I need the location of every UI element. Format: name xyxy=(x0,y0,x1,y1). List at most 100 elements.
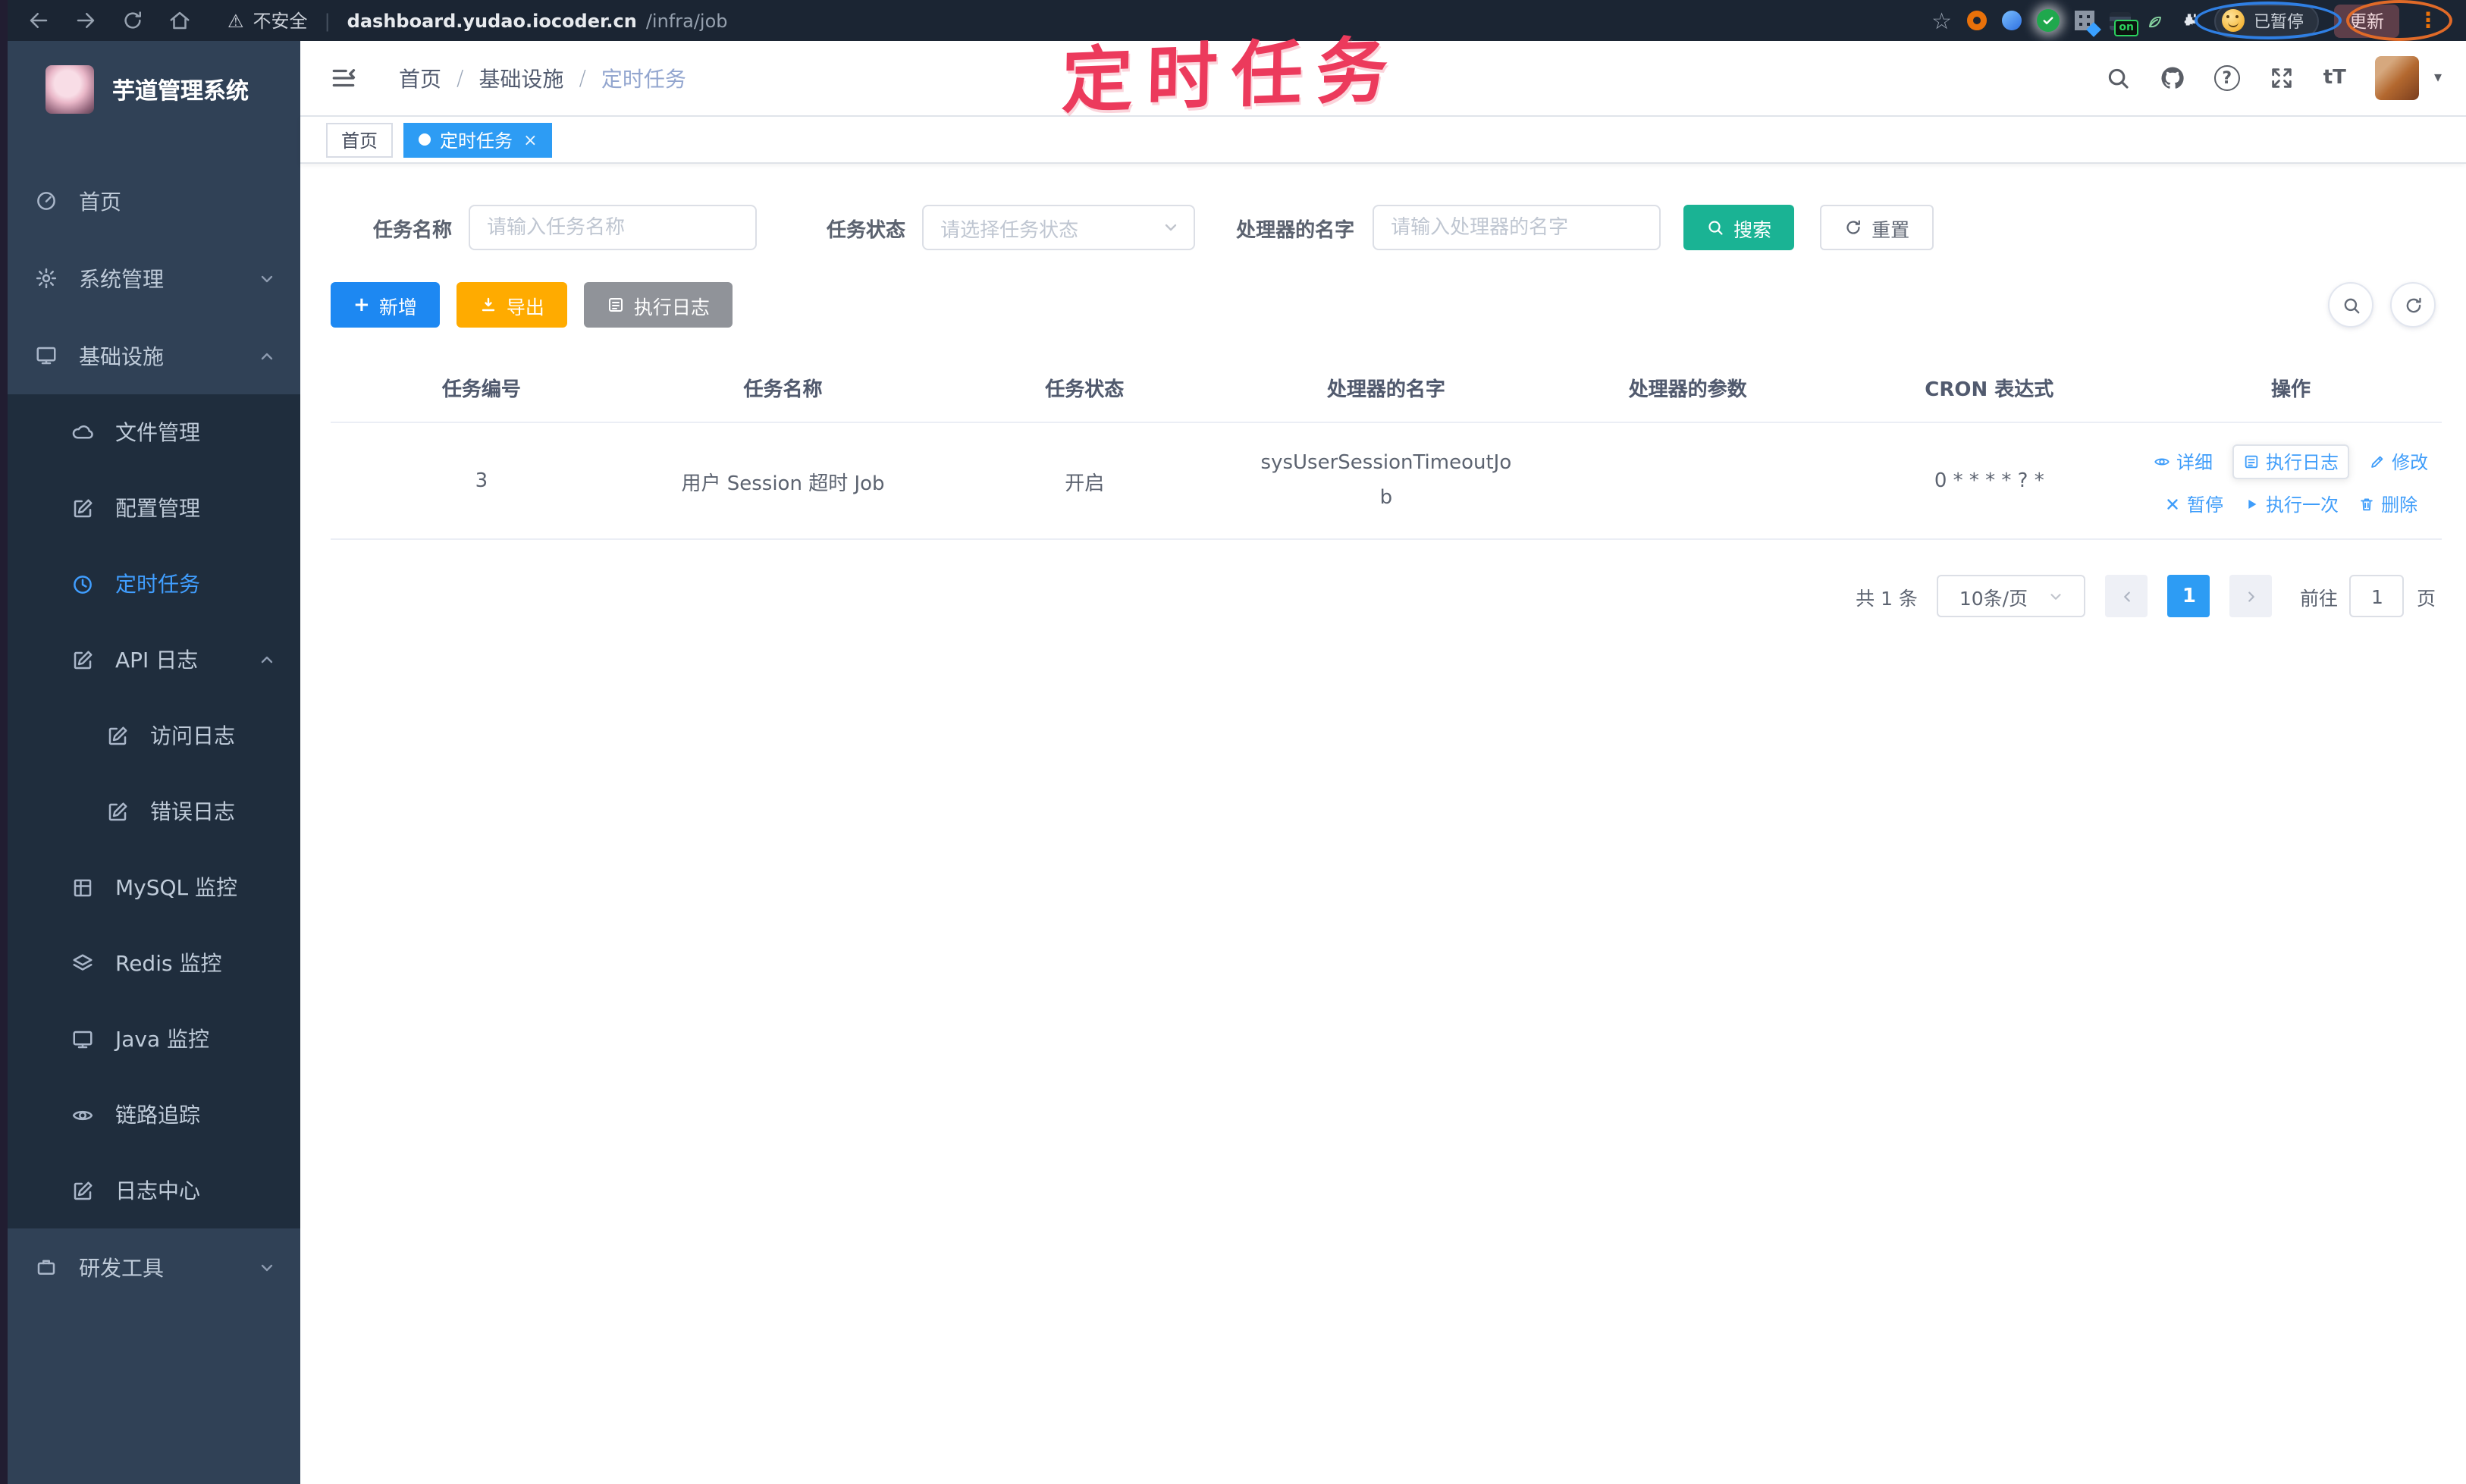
sidebar-item-access-log[interactable]: 访问日志 xyxy=(0,698,300,773)
url-path[interactable]: /infra/job xyxy=(646,10,728,31)
table-toolbar: + 新增 导出 执行日志 xyxy=(331,282,2442,328)
sidebar-item-api-log[interactable]: API 日志 xyxy=(0,622,300,698)
sidebar: 芋道管理系统 首页 系统管理 基础设施 文件管理 配置管理 定时任务 API 日… xyxy=(0,41,300,1484)
handler-name-input[interactable] xyxy=(1373,205,1661,250)
cell-handler-name: sysUserSessionTimeoutJob xyxy=(1235,422,1537,540)
goto-page-input[interactable] xyxy=(2349,575,2405,617)
sidebar-item-scheduled-jobs[interactable]: 定时任务 xyxy=(0,546,300,622)
check-icon xyxy=(2041,14,2055,27)
fullscreen-icon[interactable] xyxy=(2269,65,2295,91)
detail-link[interactable]: 详细 xyxy=(2154,449,2213,475)
page-size-select[interactable]: 10条/页 xyxy=(1937,575,2086,617)
sidebar-item-mysql-monitor[interactable]: MySQL 监控 xyxy=(0,849,300,925)
url-host[interactable]: dashboard.yudao.iocoder.cn xyxy=(347,10,637,31)
toggle-search-button[interactable] xyxy=(2328,282,2373,328)
handler-name-value: sysUserSessionTimeoutJob xyxy=(1260,451,1512,510)
tag-home[interactable]: 首页 xyxy=(326,122,394,157)
extension-icon-leaf[interactable] xyxy=(2146,11,2164,30)
close-icon[interactable]: × xyxy=(523,130,537,149)
extension-icon-tampermonkey[interactable]: on xyxy=(2110,11,2138,36)
breadcrumb-current: 定时任务 xyxy=(601,67,686,92)
sidebar-item-label: 定时任务 xyxy=(115,573,200,598)
reset-button[interactable]: 重置 xyxy=(1820,205,1934,250)
tag-scheduled-jobs[interactable]: 定时任务 × xyxy=(403,122,553,157)
col-job-name: 任务名称 xyxy=(632,353,934,423)
edit-link[interactable]: 修改 xyxy=(2369,449,2428,475)
sidebar-item-label: 研发工具 xyxy=(79,1257,164,1281)
browser-update-button[interactable]: 更新 xyxy=(2334,4,2399,37)
pause-link-label: 暂停 xyxy=(2187,494,2224,516)
actions-line-1: 详细 执行日志 修改 xyxy=(2140,444,2442,479)
sidebar-item-redis-monitor[interactable]: Redis 监控 xyxy=(0,925,300,1001)
breadcrumb: 首页 / 基础设施 / 定时任务 xyxy=(399,63,686,93)
refresh-table-button[interactable] xyxy=(2390,282,2436,328)
sidebar-item-home[interactable]: 首页 xyxy=(0,162,300,240)
page-size-value: 10条/页 xyxy=(1959,586,2028,609)
sidebar-item-trace[interactable]: 链路追踪 xyxy=(0,1077,300,1153)
app-title: 芋道管理系统 xyxy=(112,77,249,104)
document-icon xyxy=(106,724,129,747)
chevron-up-icon xyxy=(258,347,276,365)
sidebar-item-label: 错误日志 xyxy=(150,801,235,825)
extension-icon-green-check[interactable] xyxy=(2037,9,2060,32)
reset-button-label: 重置 xyxy=(1871,218,1910,240)
browser-toolbar: ⚠ 不安全 | dashboard.yudao.iocoder.cn/infra… xyxy=(0,0,2466,41)
sidebar-item-error-log[interactable]: 错误日志 xyxy=(0,773,300,849)
browser-forward-icon[interactable] xyxy=(74,9,97,32)
search-icon xyxy=(2341,295,2361,315)
col-job-id: 任务编号 xyxy=(331,353,632,423)
briefcase-icon xyxy=(35,1256,58,1278)
bookmark-star-icon[interactable]: ☆ xyxy=(1931,7,1952,34)
sidebar-item-dev-tools[interactable]: 研发工具 xyxy=(0,1228,300,1306)
caret-down-icon[interactable]: ▾ xyxy=(2434,70,2442,86)
avatar[interactable] xyxy=(2374,56,2419,100)
run-once-link[interactable]: 执行一次 xyxy=(2243,491,2339,517)
current-page-button[interactable]: 1 xyxy=(2167,575,2210,617)
search-icon[interactable] xyxy=(2105,65,2131,91)
exec-log-link[interactable]: 执行日志 xyxy=(2232,444,2350,479)
delete-link[interactable]: 删除 xyxy=(2358,491,2417,517)
prev-page-button[interactable] xyxy=(2105,575,2148,617)
extension-icon-blue[interactable] xyxy=(2002,11,2022,30)
paused-extension-chip[interactable]: 已暂停 xyxy=(2214,4,2319,37)
job-name-input[interactable] xyxy=(469,205,758,250)
security-label[interactable]: 不安全 xyxy=(253,8,308,33)
col-handler-param: 处理器的参数 xyxy=(1536,353,1839,423)
extensions-puzzle-icon[interactable] xyxy=(2179,11,2199,30)
breadcrumb-section[interactable]: 基础设施 xyxy=(478,63,563,93)
help-icon[interactable]: ? xyxy=(2213,65,2240,91)
col-cron: CRON 表达式 xyxy=(1838,353,2141,423)
exec-log-button[interactable]: 执行日志 xyxy=(583,282,733,328)
sidebar-item-log-center[interactable]: 日志中心 xyxy=(0,1153,300,1228)
browser-home-icon[interactable] xyxy=(168,9,191,32)
sidebar-item-infrastructure[interactable]: 基础设施 xyxy=(0,317,300,394)
next-page-button[interactable] xyxy=(2229,575,2273,617)
leaf-icon xyxy=(2146,11,2164,30)
sidebar-item-file-management[interactable]: 文件管理 xyxy=(0,394,300,470)
hamburger-fold-icon[interactable] xyxy=(329,64,358,93)
add-button[interactable]: + 新增 xyxy=(331,282,440,328)
browser-menu-kebab-icon[interactable]: ⋮ xyxy=(2417,8,2439,33)
dashboard-icon xyxy=(35,190,58,212)
sidebar-item-label: API 日志 xyxy=(115,649,199,673)
github-icon[interactable] xyxy=(2160,65,2185,91)
font-size-icon[interactable]: tT xyxy=(2323,67,2346,89)
sidebar-item-label: 文件管理 xyxy=(115,422,200,446)
extension-icon-grid[interactable] xyxy=(2075,11,2094,30)
sidebar-item-system-management[interactable]: 系统管理 xyxy=(0,240,300,317)
browser-back-icon[interactable] xyxy=(27,9,50,32)
search-button[interactable]: 搜索 xyxy=(1683,205,1795,250)
sidebar-item-config-management[interactable]: 配置管理 xyxy=(0,470,300,546)
app-logo[interactable]: 芋道管理系统 xyxy=(0,41,300,138)
breadcrumb-home[interactable]: 首页 xyxy=(399,63,441,93)
extension-icon-orange[interactable] xyxy=(1967,11,1987,30)
browser-reload-icon[interactable] xyxy=(121,9,144,32)
export-button[interactable]: 导出 xyxy=(456,282,567,328)
job-status-select[interactable]: 请选择任务状态 xyxy=(922,205,1196,250)
pause-link[interactable]: 暂停 xyxy=(2164,491,2223,517)
document-icon xyxy=(71,1179,94,1202)
sidebar-item-java-monitor[interactable]: Java 监控 xyxy=(0,1001,300,1077)
address-bar[interactable]: ⚠ 不安全 | dashboard.yudao.iocoder.cn/infra… xyxy=(227,8,728,33)
cell-job-name: 用户 Session 超时 Job xyxy=(632,422,934,540)
chevron-down-icon xyxy=(258,1258,276,1276)
